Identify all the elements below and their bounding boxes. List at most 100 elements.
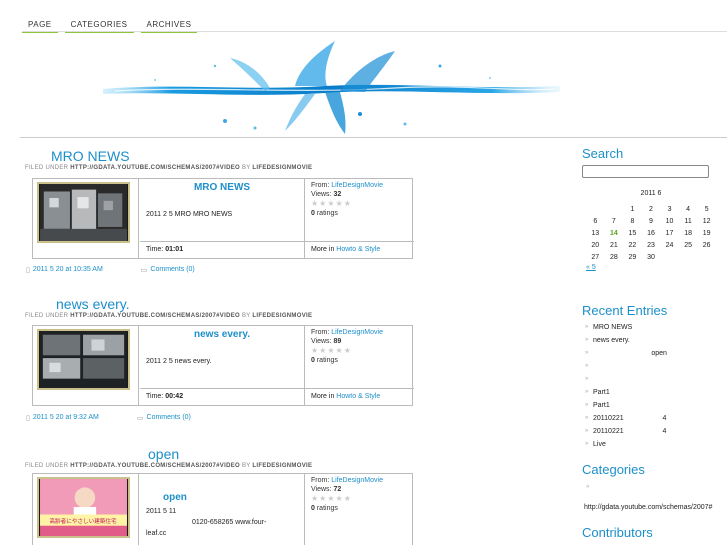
recent-entry[interactable]: » 20110221 4 (585, 412, 725, 425)
calendar-day: 17 (665, 229, 674, 237)
date-icon: ▯ (26, 267, 30, 274)
rating-stars[interactable]: ★★★★★ (311, 199, 408, 209)
video-more-in: More in Howto & Style (304, 388, 414, 404)
calendar-day: 12 (702, 217, 711, 225)
video-stats: From: LifeDesignMovie Views: 72 ★★★★★ 0 … (304, 474, 414, 545)
video-ratings: 0 ratings (311, 505, 338, 512)
calendar-title: 2011 6 (640, 190, 662, 197)
video-from: From: LifeDesignMovie (311, 182, 383, 189)
post-title[interactable]: news every. (25, 296, 555, 312)
calendar-day: 27 (591, 253, 600, 261)
calendar-empty-cell (605, 203, 624, 215)
post-comments-link[interactable]: Comments (0) (150, 266, 194, 274)
video-from: From: LifeDesignMovie (311, 477, 383, 484)
recent-entry[interactable]: » 20110221 4 (585, 425, 725, 438)
post-date[interactable]: 2011 5 20 at 10:35 AM (33, 266, 103, 274)
recent-entry[interactable]: » Part1 (585, 386, 725, 399)
calendar: 2011 6 1 2 3 4 5 6 7 8 9 10 11 12 13 14 15 16 17 18 19 20 21… (586, 190, 716, 271)
calendar-day: 20 (591, 241, 600, 249)
video-thumbnail-image: 高齢者にやさしい建築住宅 (37, 477, 130, 538)
video-title[interactable]: MRO NEWS (140, 182, 304, 193)
bullet-icon: » (585, 441, 589, 447)
category-bullet-icon: » (586, 484, 590, 490)
video-info: news every. 2011 2 5 news every. (140, 326, 304, 367)
video-author-link[interactable]: LifeDesignMovie (331, 182, 383, 189)
calendar-day[interactable]: 14 (605, 227, 624, 239)
video-author-link[interactable]: LifeDesignMovie (331, 477, 383, 484)
calendar-empty-cell (697, 251, 716, 263)
recent-entry-label: Part1 (593, 389, 610, 396)
calendar-day: 10 (665, 217, 674, 225)
bullet-icon: » (585, 350, 589, 356)
category-link[interactable]: Howto & Style (336, 393, 380, 400)
recent-entry-label: 20110221 4 (593, 428, 667, 435)
calendar-day: 19 (702, 229, 711, 237)
calendar-day: 3 (667, 205, 672, 213)
calendar-week: 20 21 22 23 24 25 26 (586, 239, 716, 251)
recent-entry-label: 20110221 4 (593, 415, 667, 422)
header-splash-image (103, 41, 560, 134)
calendar-day: 28 (609, 253, 618, 261)
video-box: MRO NEWS 2011 2 5 MRO MRO NEWS From: Lif… (32, 178, 414, 259)
category-link[interactable]: http://gdata.youtube.com/schemas/2007# (584, 504, 712, 511)
recent-entries-heading: Recent Entries (582, 303, 668, 318)
category-link[interactable]: Howto & Style (336, 246, 380, 253)
bullet-icon: » (585, 428, 589, 434)
calendar-day: 9 (649, 217, 653, 225)
recent-entry[interactable]: » news every. (585, 334, 725, 347)
rating-stars[interactable]: ★★★★★ (311, 494, 408, 504)
video-ratings: 0 ratings (311, 357, 338, 364)
post-meta: ▯ 2011 5 20 at 10:35 AM ▭ Comments (0) (26, 266, 195, 274)
calendar-day: 18 (684, 229, 692, 237)
calendar-day: 7 (611, 217, 616, 225)
post-title[interactable]: MRO NEWS (25, 148, 555, 164)
recent-entry[interactable]: » (585, 360, 725, 373)
calendar-prev-link[interactable]: « 5 (586, 264, 716, 271)
video-time: Time: 01:01 (140, 241, 304, 257)
video-thumbnail-image (37, 329, 130, 390)
video-thumbnail[interactable] (33, 326, 139, 405)
divider (20, 137, 727, 138)
post-comments-link[interactable]: Comments (0) (147, 414, 191, 422)
calendar-day: 4 (686, 205, 691, 213)
calendar-day: 5 (704, 205, 709, 213)
video-views: Views: 89 (311, 338, 342, 345)
calendar-day: 15 (628, 229, 637, 237)
recent-entry[interactable]: » Part1 (585, 399, 725, 412)
contributors-heading: Contributors (582, 525, 653, 540)
video-thumbnail-caption: 高齢者にやさしい建築住宅 (49, 517, 117, 525)
recent-entry[interactable]: » (585, 373, 725, 386)
recent-entry[interactable]: » open (585, 347, 725, 360)
search-input[interactable] (582, 165, 709, 178)
video-title[interactable]: open (140, 492, 304, 503)
video-thumbnail[interactable]: 高齢者にやさしい建築住宅 (33, 474, 139, 545)
video-info: open 2011 5 11 0120-658265 www.four- lea… (140, 474, 304, 539)
comments-icon: ▭ (136, 415, 144, 422)
video-thumbnail[interactable] (33, 179, 139, 258)
video-author-link[interactable]: LifeDesignMovie (331, 329, 383, 336)
bullet-icon: » (585, 402, 589, 408)
post-filed-under: FILED UNDER HTTP://GDATA.YOUTUBE.COM/SCH… (25, 313, 313, 319)
video-time: Time: 00:42 (140, 388, 304, 404)
calendar-day: 30 (647, 253, 655, 261)
recent-entries-list: » MRO NEWS» news every.» open»»» Part1» Part… (585, 321, 725, 451)
calendar-day: 21 (609, 241, 618, 249)
post-title[interactable]: open (25, 446, 555, 462)
calendar-day: 25 (684, 241, 692, 249)
calendar-day: 11 (684, 217, 692, 225)
calendar-day: 8 (630, 217, 635, 225)
calendar-day: 29 (628, 253, 637, 261)
divider (22, 31, 727, 32)
bullet-icon: » (585, 337, 589, 343)
video-more-in: More in Howto & Style (304, 241, 414, 257)
video-title[interactable]: news every. (140, 329, 304, 340)
search-heading: Search (582, 146, 624, 161)
recent-entry-label: Live (593, 441, 606, 448)
calendar-week: 27 28 29 30 (586, 251, 716, 263)
calendar-day: 16 (647, 229, 655, 237)
recent-entry[interactable]: » MRO NEWS (585, 321, 725, 334)
rating-stars[interactable]: ★★★★★ (311, 346, 408, 356)
recent-entry[interactable]: » Live (585, 438, 725, 451)
calendar-week: 13 14 15 16 17 18 19 (586, 227, 716, 239)
post-date[interactable]: 2011 5 20 at 9:32 AM (33, 414, 99, 422)
